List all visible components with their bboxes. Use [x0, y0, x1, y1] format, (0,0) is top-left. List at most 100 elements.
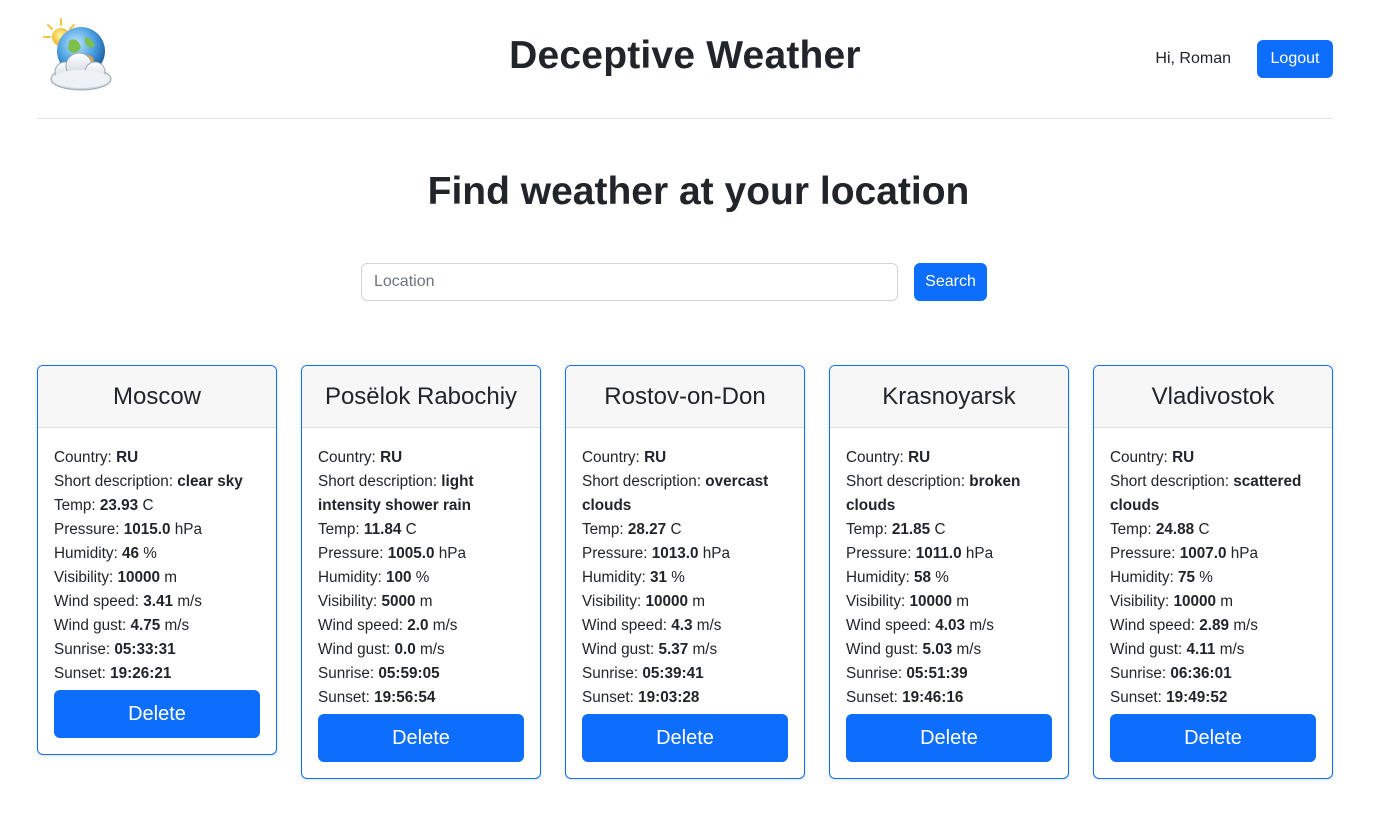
- visibility-value: 10000: [645, 593, 689, 610]
- visibility-row: Visibility: 10000 m: [1110, 590, 1316, 614]
- sunrise-value: 05:39:41: [642, 665, 704, 682]
- temp-value: 23.93: [99, 497, 139, 514]
- wind-speed-row: Wind speed: 2.89 m/s: [1110, 614, 1316, 638]
- country-row: Country: RU: [318, 446, 524, 470]
- pressure-row: Pressure: 1013.0 hPa: [582, 542, 788, 566]
- visibility-unit: m: [1220, 593, 1234, 610]
- humidity-label: Humidity:: [846, 569, 910, 586]
- location-search-input[interactable]: [361, 263, 898, 301]
- pressure-value: 1011.0: [915, 545, 962, 562]
- city-name: Rostov-on-Don: [566, 366, 804, 428]
- sunrise-value: 05:51:39: [906, 665, 968, 682]
- visibility-row: Visibility: 10000 m: [54, 566, 260, 590]
- humidity-value: 100: [386, 569, 412, 586]
- pressure-value: 1013.0: [651, 545, 699, 562]
- wind-gust-value: 0.0: [394, 641, 416, 658]
- humidity-row: Humidity: 100 %: [318, 566, 524, 590]
- weather-details: Country: RU Short description: overcast …: [566, 428, 804, 778]
- wind-gust-unit: m/s: [420, 641, 445, 658]
- wind-gust-value: 5.37: [658, 641, 689, 658]
- sunset-value: 19:49:52: [1166, 689, 1228, 706]
- humidity-label: Humidity:: [54, 545, 118, 562]
- pressure-row: Pressure: 1011.0 hPa: [846, 542, 1052, 566]
- wind-gust-unit: m/s: [164, 617, 190, 634]
- sunrise-label: Sunrise:: [318, 665, 375, 682]
- description-label: Short description:: [1110, 473, 1230, 490]
- pressure-row: Pressure: 1005.0 hPa: [318, 542, 524, 566]
- temp-value: 21.85: [891, 521, 931, 538]
- visibility-label: Visibility:: [54, 569, 114, 586]
- temp-label: Temp:: [318, 521, 360, 538]
- country-value: RU: [116, 449, 139, 466]
- visibility-value: 10000: [117, 569, 161, 586]
- sunset-row: Sunset: 19:49:52: [1110, 686, 1316, 710]
- weather-card-1: Moscow Country: RU Short description: cl…: [37, 365, 277, 755]
- pressure-unit: hPa: [702, 545, 730, 562]
- wind-gust-value: 5.03: [922, 641, 953, 658]
- description-label: Short description:: [582, 473, 702, 490]
- humidity-label: Humidity:: [1110, 569, 1174, 586]
- temp-row: Temp: 11.84 C: [318, 518, 524, 542]
- country-value: RU: [908, 449, 931, 466]
- wind-gust-row: Wind gust: 4.75 m/s: [54, 614, 260, 638]
- temp-label: Temp:: [582, 521, 624, 538]
- sunset-value: 19:56:54: [374, 689, 436, 706]
- wind-gust-unit: m/s: [692, 641, 718, 658]
- wind-gust-unit: m/s: [1219, 641, 1245, 658]
- description-label: Short description:: [54, 473, 174, 490]
- humidity-row: Humidity: 58 %: [846, 566, 1052, 590]
- wind-speed-row: Wind speed: 4.3 m/s: [582, 614, 788, 638]
- weather-details: Country: RU Short description: clear sky…: [38, 428, 276, 754]
- humidity-row: Humidity: 46 %: [54, 542, 260, 566]
- wind-speed-value: 3.41: [143, 593, 174, 610]
- pressure-value: 1007.0: [1179, 545, 1227, 562]
- country-label: Country:: [846, 449, 904, 466]
- weather-details: Country: RU Short description: light int…: [302, 428, 540, 778]
- country-row: Country: RU: [846, 446, 1052, 470]
- app-title: Deceptive Weather: [509, 34, 861, 77]
- wind-speed-label: Wind speed:: [318, 617, 404, 634]
- pressure-unit: hPa: [1230, 545, 1258, 562]
- description-row: Short description: broken clouds: [846, 470, 1052, 518]
- humidity-label: Humidity:: [582, 569, 646, 586]
- wind-speed-value: 2.89: [1199, 617, 1230, 634]
- humidity-unit: %: [935, 569, 949, 586]
- visibility-label: Visibility:: [1110, 593, 1170, 610]
- page-title: Find weather at your location: [427, 170, 970, 213]
- temp-label: Temp:: [54, 497, 96, 514]
- delete-button[interactable]: Delete: [1110, 714, 1316, 762]
- humidity-row: Humidity: 31 %: [582, 566, 788, 590]
- delete-button[interactable]: Delete: [846, 714, 1052, 762]
- humidity-unit: %: [1199, 569, 1213, 586]
- humidity-value: 46: [122, 545, 140, 562]
- sunrise-row: Sunrise: 05:39:41: [582, 662, 788, 686]
- visibility-unit: m: [692, 593, 706, 610]
- visibility-row: Visibility: 10000 m: [846, 590, 1052, 614]
- pressure-value: 1005.0: [387, 545, 435, 562]
- humidity-label: Humidity:: [318, 569, 382, 586]
- top-header: Deceptive Weather Hi, Roman Logout: [37, 0, 1333, 119]
- search-button[interactable]: Search: [914, 263, 987, 301]
- sunset-label: Sunset:: [846, 689, 898, 706]
- wind-speed-row: Wind speed: 2.0 m/s: [318, 614, 524, 638]
- wind-speed-value: 2.0: [407, 617, 429, 634]
- wind-speed-row: Wind speed: 4.03 m/s: [846, 614, 1052, 638]
- delete-button[interactable]: Delete: [54, 690, 260, 738]
- sunset-row: Sunset: 19:26:21: [54, 662, 260, 686]
- wind-speed-label: Wind speed:: [54, 593, 140, 610]
- visibility-value: 10000: [909, 593, 953, 610]
- sunset-row: Sunset: 19:03:28: [582, 686, 788, 710]
- sunset-label: Sunset:: [1110, 689, 1162, 706]
- delete-button[interactable]: Delete: [318, 714, 524, 762]
- pressure-unit: hPa: [174, 521, 202, 538]
- sunset-label: Sunset:: [318, 689, 370, 706]
- weather-card-4: Krasnoyarsk Country: RU Short descriptio…: [829, 365, 1069, 779]
- logout-button[interactable]: Logout: [1257, 40, 1333, 78]
- wind-gust-label: Wind gust:: [1110, 641, 1183, 658]
- sunset-label: Sunset:: [54, 665, 106, 682]
- delete-button[interactable]: Delete: [582, 714, 788, 762]
- wind-gust-row: Wind gust: 5.03 m/s: [846, 638, 1052, 662]
- wind-gust-label: Wind gust:: [582, 641, 655, 658]
- humidity-value: 58: [914, 569, 932, 586]
- temp-row: Temp: 23.93 C: [54, 494, 260, 518]
